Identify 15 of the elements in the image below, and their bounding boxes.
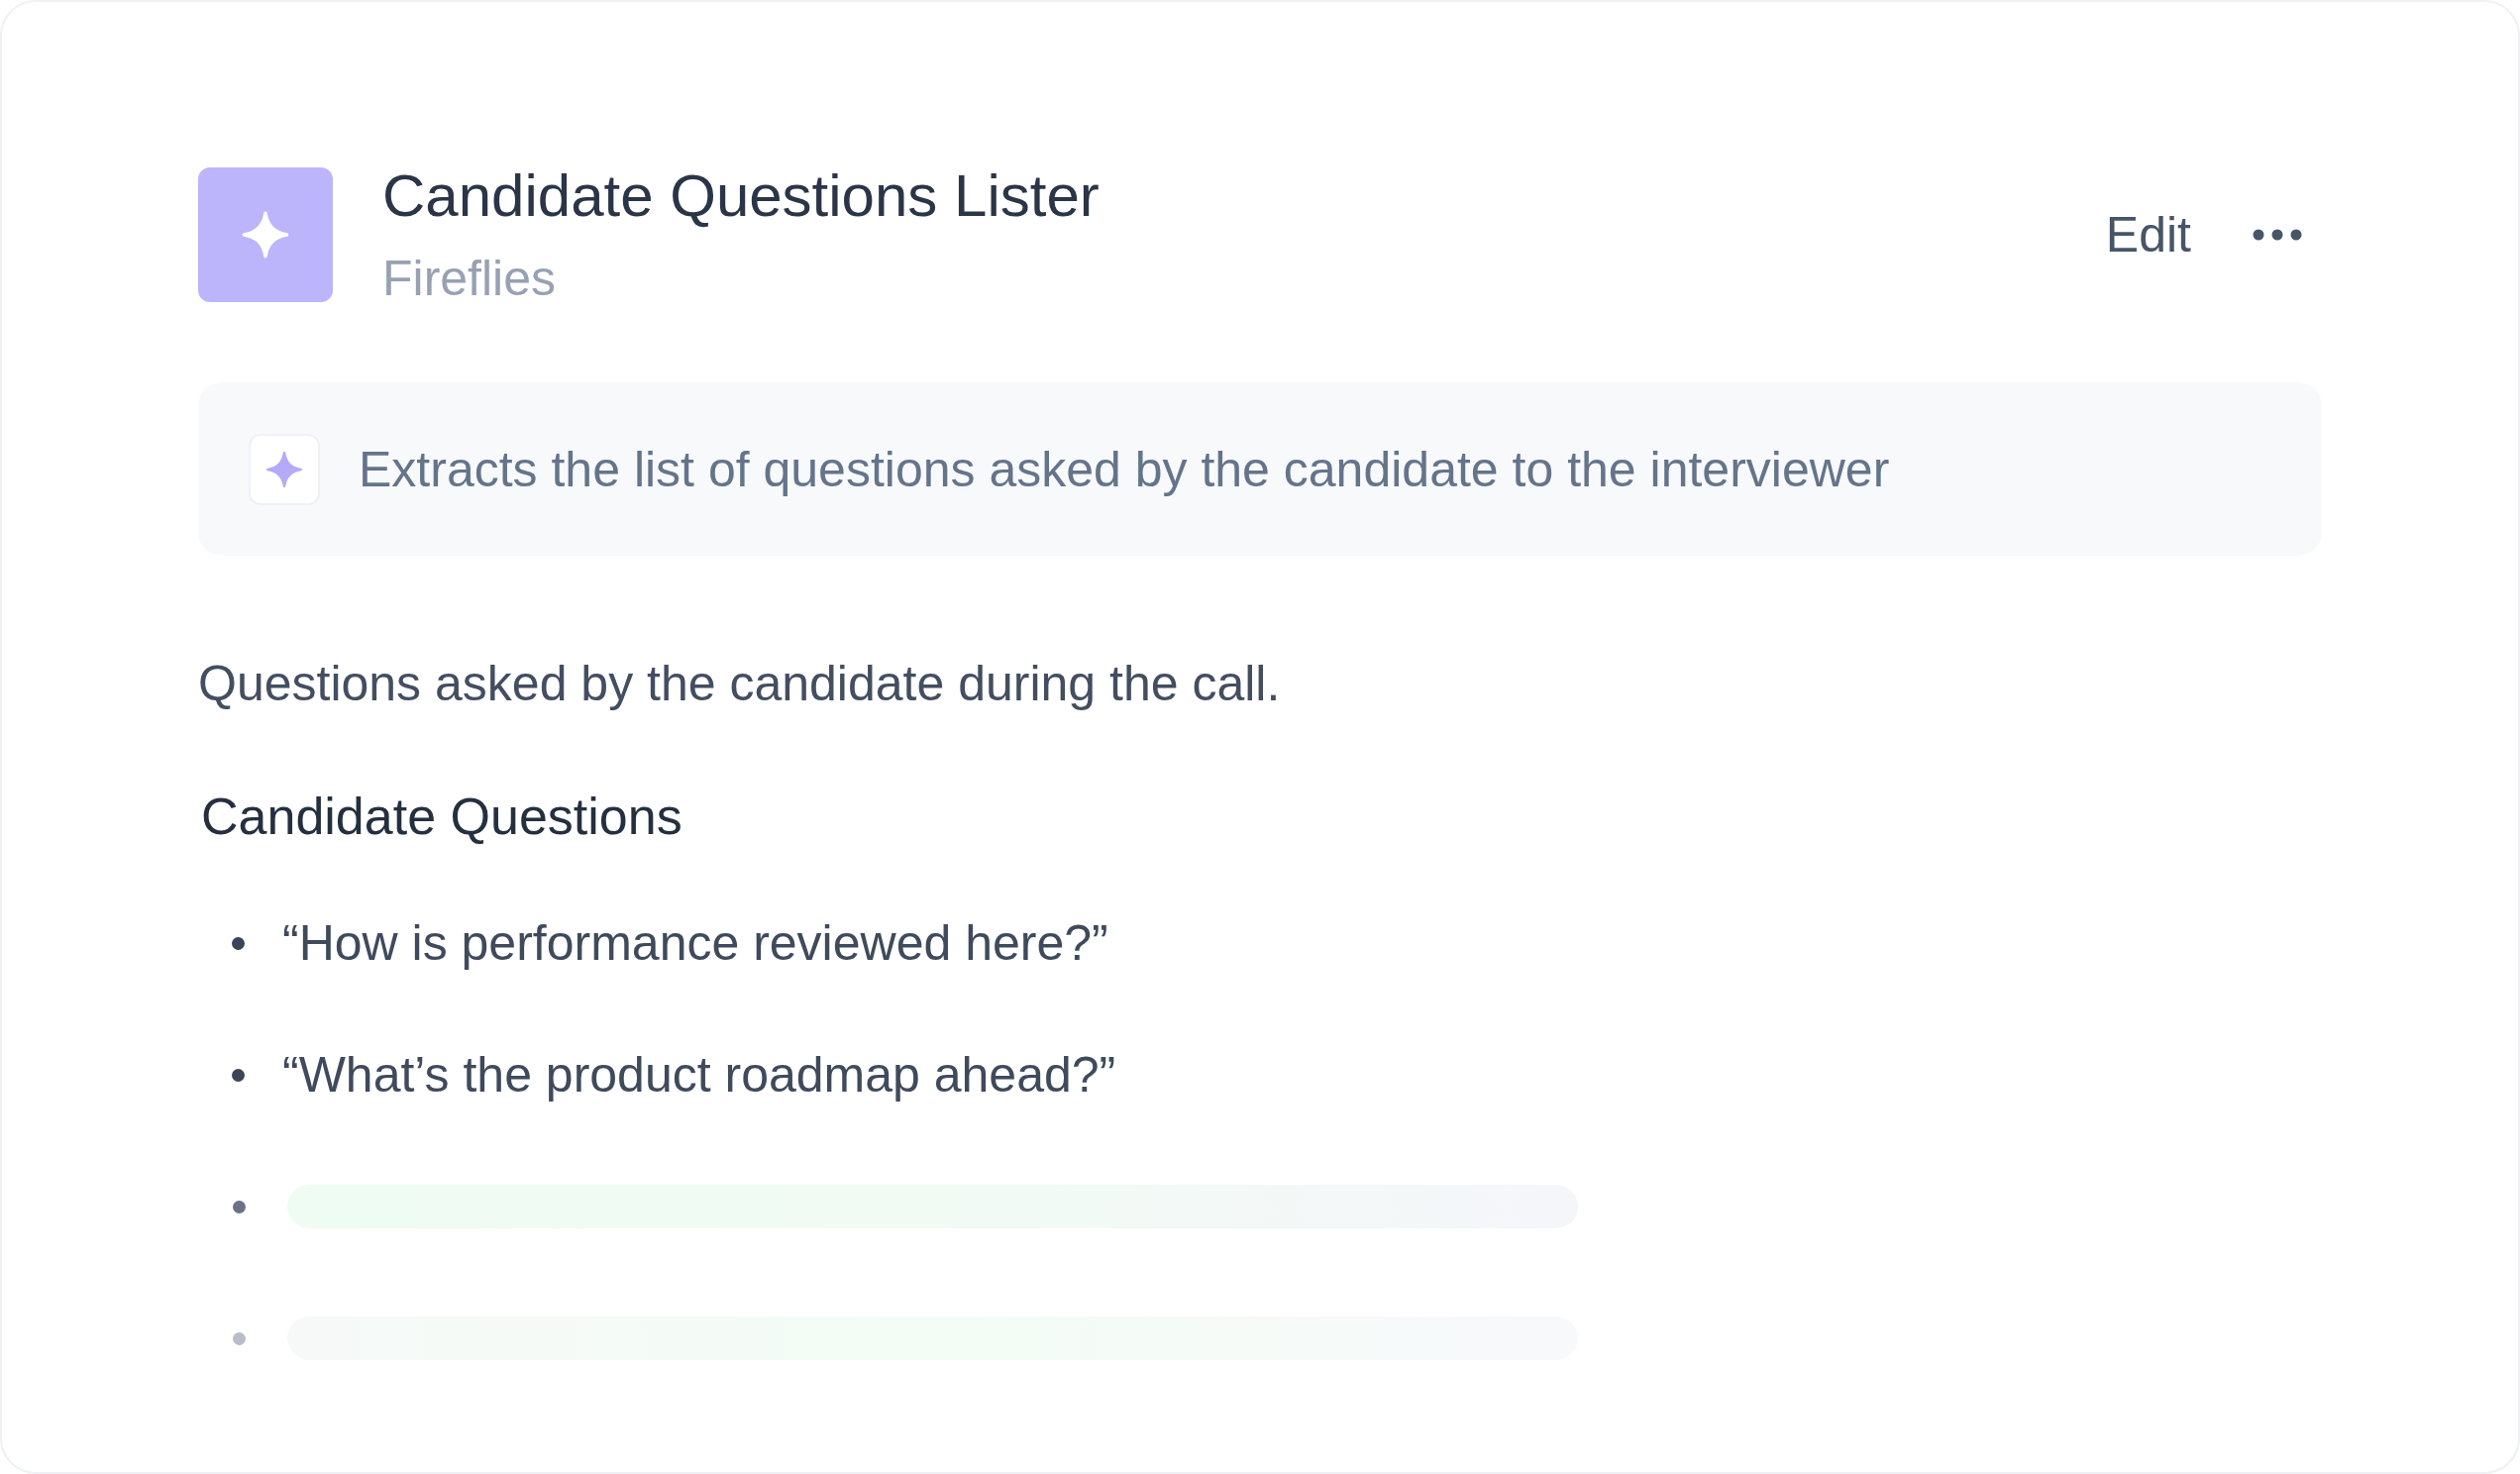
sparkle-icon — [198, 166, 333, 302]
sparkle-icon — [249, 433, 320, 505]
agent-title: Candidate Questions Lister — [382, 161, 1100, 231]
bullet-icon — [233, 1200, 246, 1213]
section-heading: Candidate Questions — [201, 787, 682, 846]
edit-button[interactable]: Edit — [2105, 204, 2191, 264]
description-text: Questions asked by the candidate during the call. — [198, 655, 1281, 713]
summary-text: Extracts the list of questions asked by the candidate to the interviewer — [359, 440, 1890, 499]
more-options-icon[interactable] — [2253, 228, 2302, 241]
bullet-icon — [233, 1331, 246, 1345]
question-text: “What’s the product roadmap ahead?” — [282, 1046, 1116, 1105]
agent-source: Fireflies — [382, 250, 558, 308]
question-text: “How is performance reviewed here?” — [282, 914, 1108, 973]
bullet-icon — [232, 1068, 245, 1082]
bullet-icon — [232, 936, 245, 950]
